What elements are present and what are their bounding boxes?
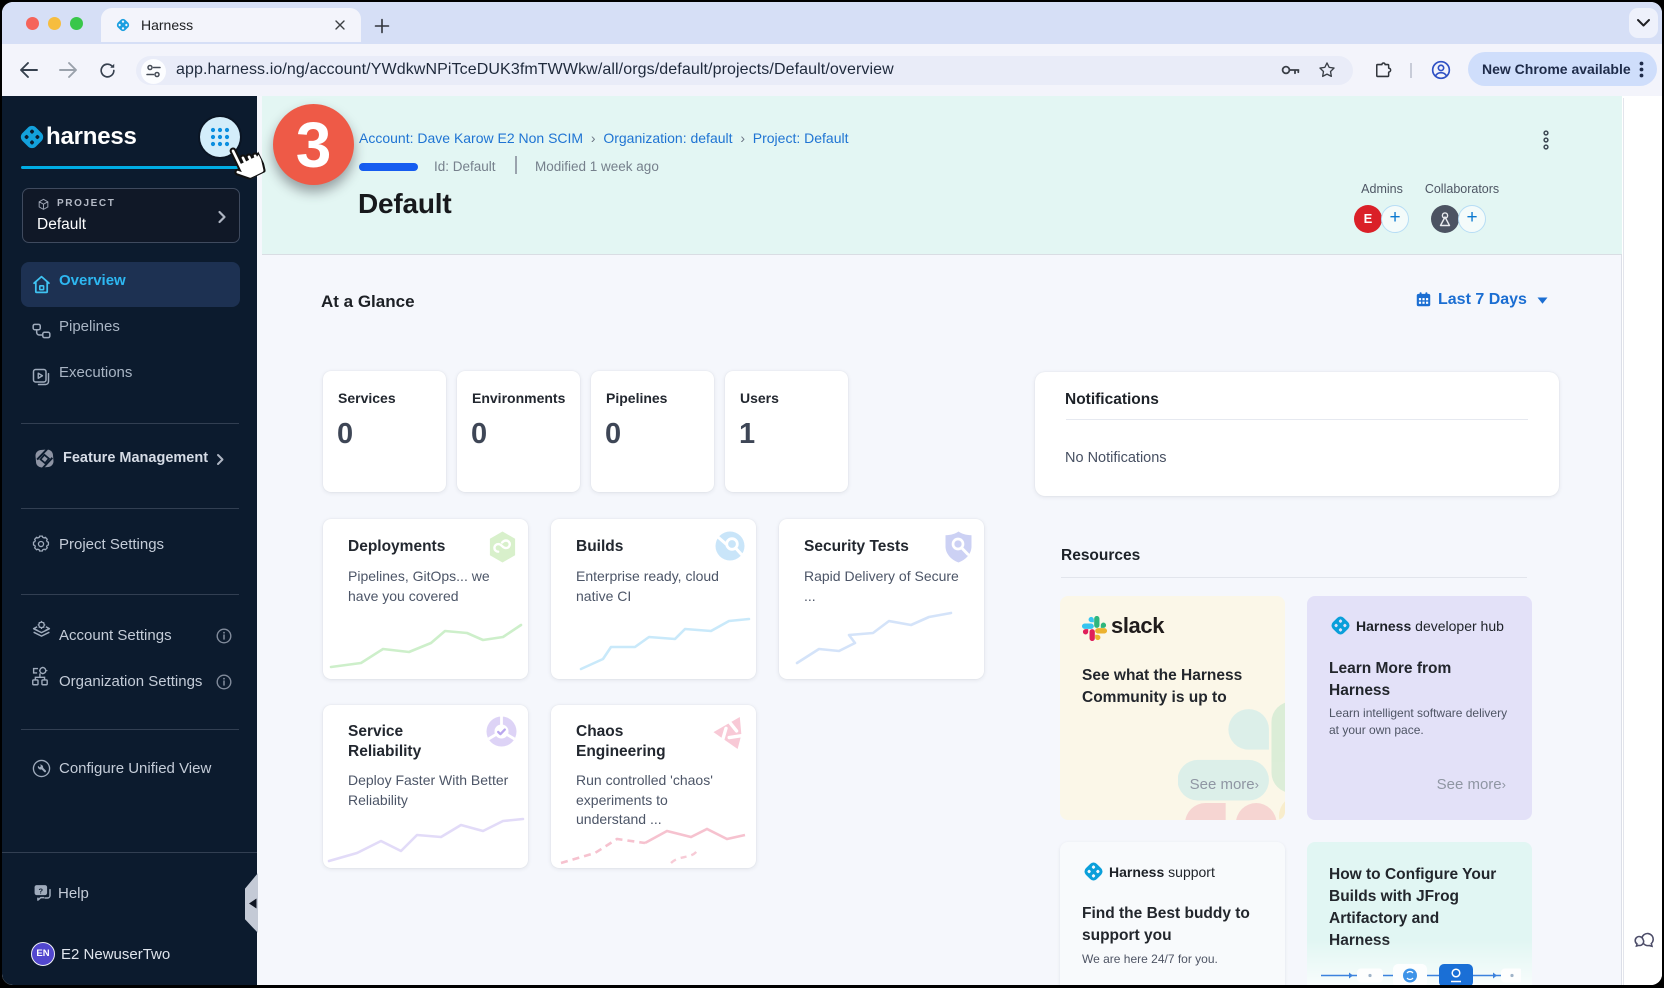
svg-text:?: ? (39, 886, 44, 895)
